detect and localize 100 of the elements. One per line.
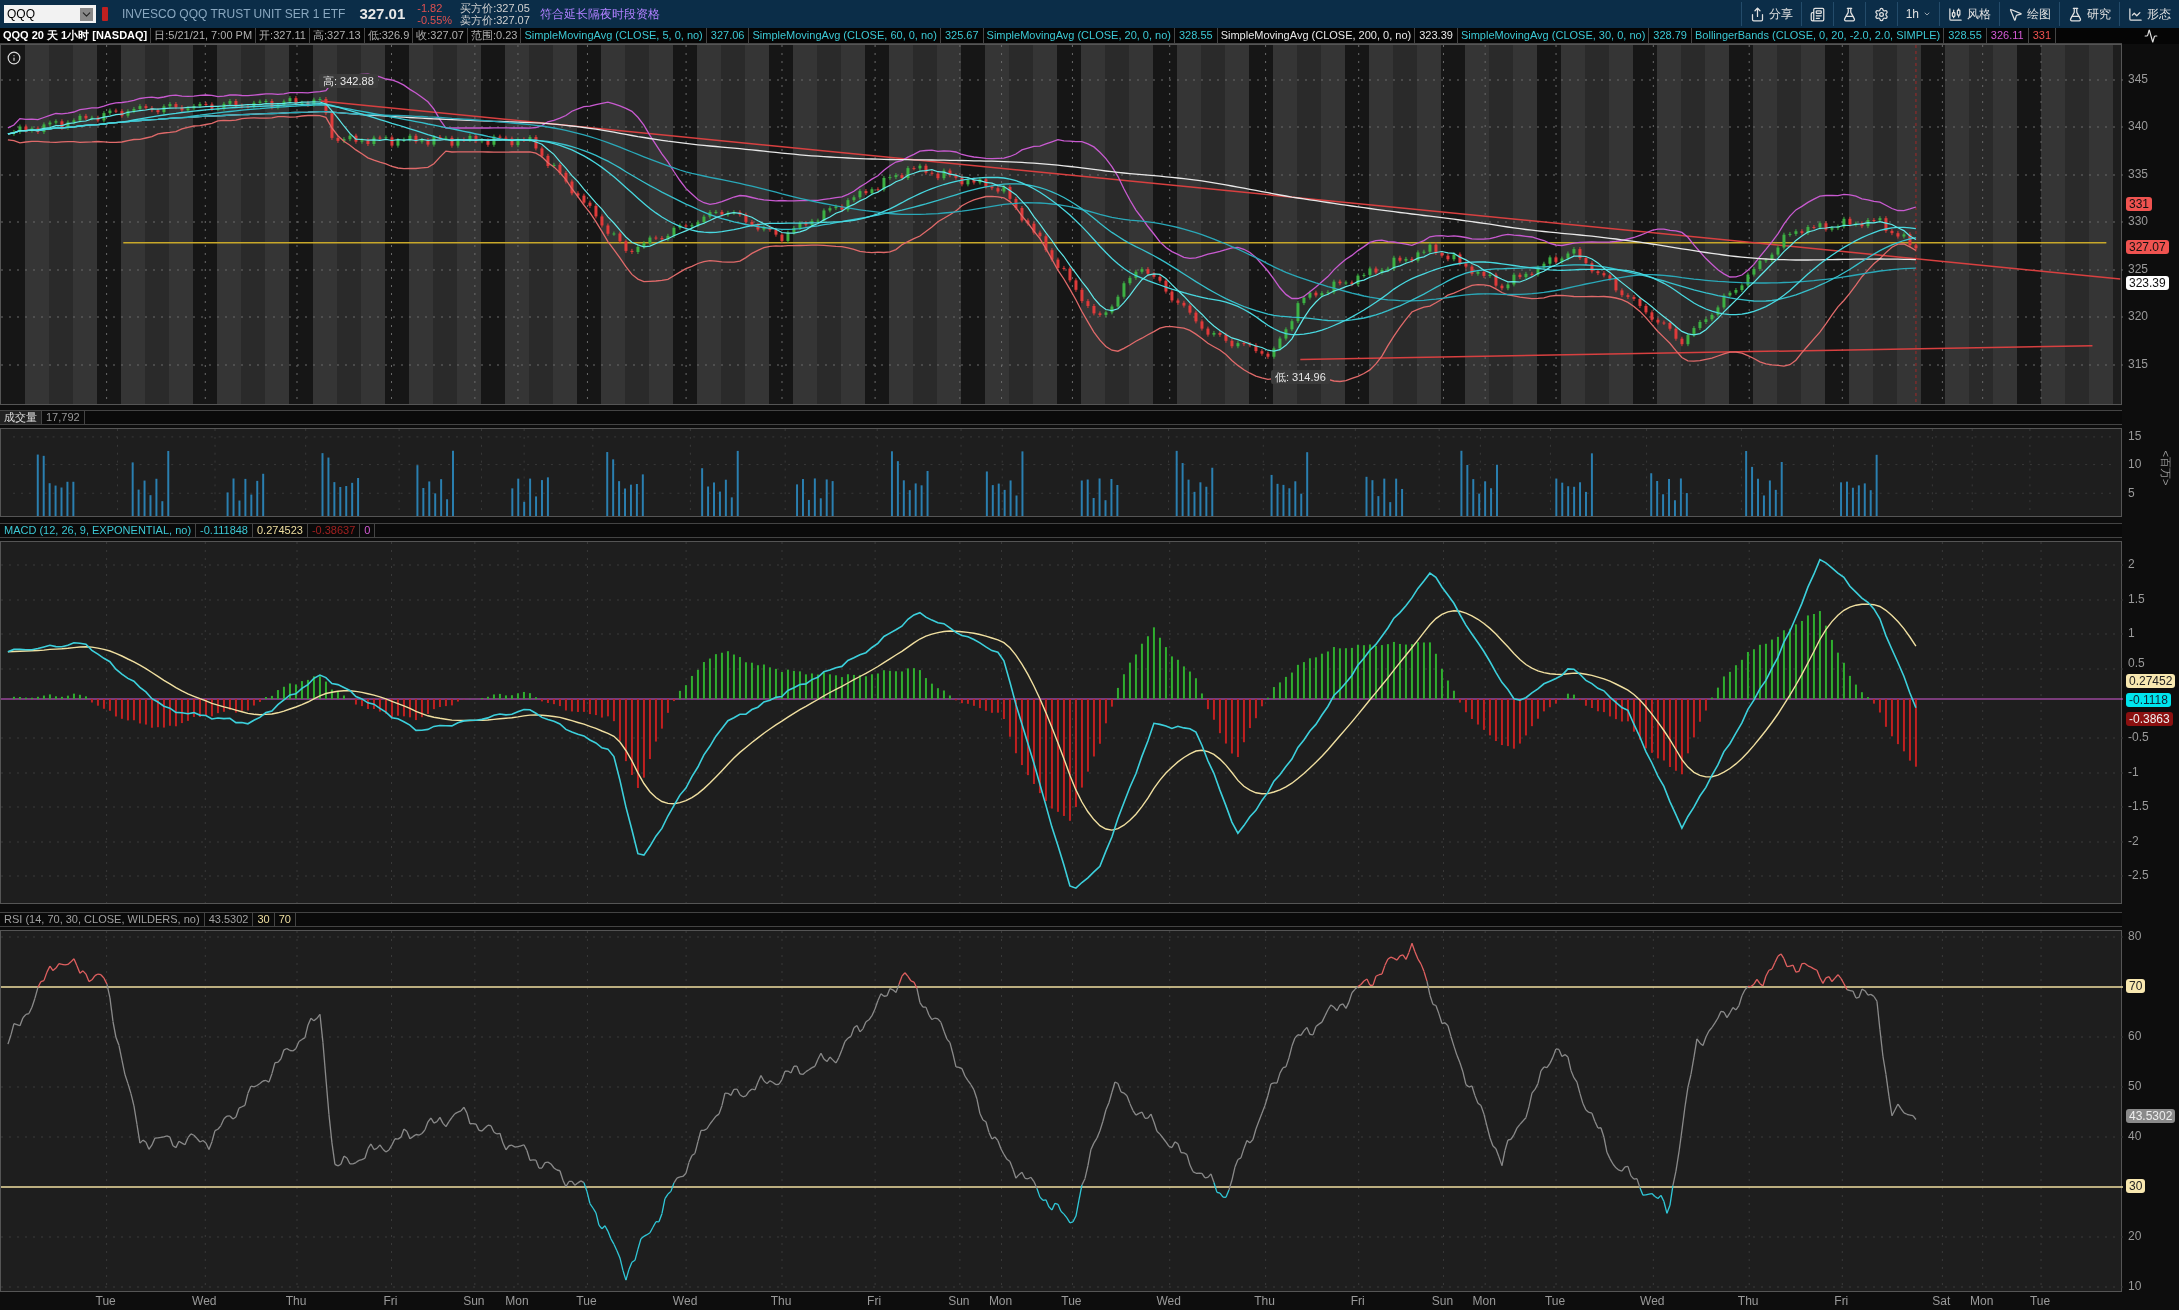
- study-value: 328.55: [1944, 28, 1987, 43]
- study-label: SimpleMovingAvg (CLOSE, 20, 0, no): [983, 28, 1175, 43]
- axis-label: 315: [2128, 357, 2149, 371]
- axis-label: Tue: [576, 1294, 597, 1308]
- axis-label: 335: [2128, 167, 2149, 181]
- axis-label: 10: [2128, 1279, 2142, 1293]
- caret-icon: [1923, 10, 1931, 18]
- study-value: 325.67: [940, 28, 984, 43]
- price-change: -1.82: [417, 2, 444, 14]
- axis-label: Wed: [1640, 1294, 1665, 1308]
- axis-label: Mon: [988, 1294, 1013, 1308]
- cursor-icon: [2008, 6, 2023, 22]
- scale-icon[interactable]: [2143, 29, 2158, 43]
- axis-label: Fri: [867, 1294, 882, 1308]
- bid-price: 买方价:327.05: [460, 2, 530, 14]
- study-value: 328.55: [1175, 28, 1218, 43]
- study-label: SimpleMovingAvg (CLOSE, 200, 0, no): [1217, 28, 1416, 43]
- axis-label: Sun: [948, 1294, 970, 1308]
- study-value: -0.111848: [196, 524, 253, 537]
- low-label: 低: 314.96: [1271, 370, 1330, 384]
- axis-label: -2: [2128, 834, 2139, 848]
- axis-label: Mon: [1970, 1294, 1994, 1308]
- price-marker: 323.39: [2126, 276, 2169, 290]
- axis-label: Mon: [1472, 1294, 1496, 1308]
- line-chart-icon: [2128, 6, 2143, 22]
- axis-label: 1.5: [2128, 592, 2145, 606]
- unit-label: <百万>: [2160, 450, 2173, 486]
- axis-label: 320: [2128, 309, 2149, 323]
- axis-label: Thu: [285, 1294, 307, 1308]
- axis-label: 15: [2128, 429, 2142, 443]
- extended-hours-label: 符合延长隔夜时段资格: [539, 6, 660, 23]
- toolbar-button[interactable]: 风格: [1939, 2, 1999, 26]
- axis-label: Sat: [1932, 1294, 1951, 1308]
- axis-label: Sun: [463, 1294, 485, 1308]
- toolbar-button[interactable]: 形态: [2119, 2, 2179, 26]
- axis-label: 5: [2128, 486, 2135, 500]
- price-marker: 70: [2126, 979, 2146, 993]
- study-label: SimpleMovingAvg (CLOSE, 60, 0, no): [749, 28, 941, 43]
- toolbar-button[interactable]: 绘图: [1999, 2, 2059, 26]
- axis-label: -1.5: [2128, 799, 2149, 813]
- symbol-field[interactable]: QQQ: [4, 5, 96, 23]
- axis-label: Wed: [1156, 1294, 1181, 1308]
- toolbar-button[interactable]: 1h: [1896, 2, 1939, 26]
- price-marker: -0.3863: [2126, 712, 2173, 726]
- pane-title: 成交量: [0, 411, 42, 424]
- axis-label: 330: [2128, 214, 2149, 228]
- price-marker: 331: [2126, 197, 2153, 211]
- candlestick-icon: [1948, 6, 1963, 22]
- toolbar-button[interactable]: 研究: [2059, 2, 2119, 26]
- study-value: 0: [360, 524, 376, 537]
- chart-title: QQQ 20 天 1小时 [NASDAQ]: [0, 28, 152, 43]
- symbol-description: INVESCO QQQ TRUST UNIT SER 1 ETF: [122, 6, 346, 23]
- axis-label: Sun: [1431, 1294, 1454, 1308]
- volume-value: 17,792: [42, 411, 85, 424]
- toolbar-button[interactable]: 分享: [1740, 2, 1801, 26]
- settings-icon: [1873, 6, 1889, 22]
- dropdown-caret-icon: [80, 7, 93, 21]
- study-value: 70: [274, 913, 296, 926]
- axis-label: -2.5: [2128, 868, 2149, 882]
- axis-label: Tue: [2029, 1294, 2051, 1308]
- percent-change: -0.55%: [417, 14, 453, 26]
- study-label: SimpleMovingAvg (CLOSE, 5, 0, no): [521, 28, 707, 43]
- study-value: 0.274523: [253, 524, 308, 537]
- axis-label: 340: [2128, 119, 2149, 133]
- axis-label: 10: [2128, 457, 2142, 471]
- axis-label: 50: [2128, 1079, 2142, 1093]
- axis-label: Wed: [672, 1294, 698, 1308]
- ohlc-field: 收:327.07: [413, 28, 468, 43]
- study-label: SimpleMovingAvg (CLOSE, 30, 0, no): [1457, 28, 1650, 43]
- axis-label: 325: [2128, 262, 2149, 276]
- ohlc-field: 低:326.9: [364, 28, 414, 43]
- price-marker: 0.27452: [2126, 674, 2176, 688]
- study-value: 327.06: [706, 28, 750, 43]
- axis-label: Tue: [1544, 1294, 1566, 1308]
- axis-label: -0.5: [2128, 730, 2149, 744]
- study-value: 326.11: [1986, 28, 2029, 43]
- ohlc-field: 日:5/21/21, 7:00 PM: [151, 28, 257, 43]
- high-label: 高: 342.88: [319, 74, 378, 88]
- axis-label: Tue: [1061, 1294, 1082, 1308]
- study-label: BollingerBands (CLOSE, 0, 20, -2.0, 2.0, SIMPLE): [1692, 28, 1945, 43]
- axis-label: 345: [2128, 72, 2149, 86]
- axis-label: 20: [2128, 1229, 2142, 1243]
- axis-label: Fri: [1834, 1294, 1849, 1308]
- flask-icon: [2068, 6, 2083, 22]
- newspaper-icon: [1809, 6, 1825, 22]
- info-icon[interactable]: [7, 51, 21, 65]
- axis-label: Fri: [1350, 1294, 1365, 1308]
- axis-label: Thu: [1737, 1294, 1759, 1308]
- axis-label: 40: [2128, 1129, 2142, 1143]
- price-marker: 327.07: [2126, 240, 2169, 254]
- axis-label: -1: [2128, 765, 2139, 779]
- axis-label: 80: [2128, 929, 2142, 943]
- price-marker: 30: [2126, 1179, 2146, 1193]
- share-icon: [1749, 6, 1765, 22]
- study-value: -0.38637: [307, 524, 361, 537]
- price-marker: -0.1118: [2126, 693, 2171, 707]
- axis-label: 1: [2128, 626, 2135, 640]
- flask-icon: [1841, 6, 1857, 22]
- ohlc-field: 高:327.13: [310, 28, 365, 43]
- study-value: 331: [2028, 28, 2056, 43]
